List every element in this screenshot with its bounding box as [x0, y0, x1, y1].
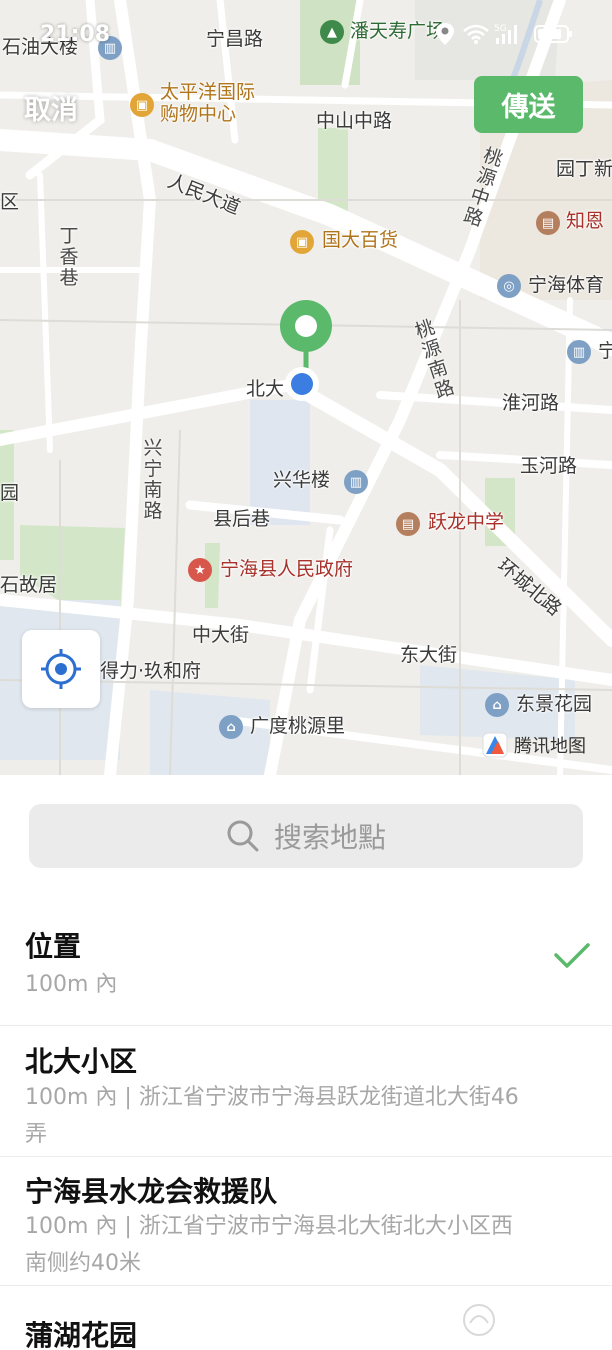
cancel-button[interactable]: 取消: [24, 88, 78, 127]
location-status-icon: [436, 23, 454, 45]
location-pin-icon[interactable]: [278, 298, 334, 408]
check-icon: [554, 943, 590, 968]
map-label-ninghai-ty: 宁海体育: [528, 274, 605, 296]
list-item[interactable]: 北大小区 100m 內 | 浙江省宁波市宁海县跃龙街道北大街46弄: [0, 1026, 612, 1156]
building-icon: ▥: [567, 340, 591, 364]
map-label-huaihe: 淮河路: [502, 392, 560, 414]
map-brand: 腾讯地图: [482, 732, 586, 758]
map-label-xingning: 兴宁南路: [143, 437, 163, 522]
map-label-taipingyang-2: 购物中心: [160, 103, 237, 125]
my-location-button[interactable]: [22, 630, 100, 708]
list-item[interactable]: 宁海县水龙会救援队 100m 內 | 浙江省宁波市宁海县北大街北大小区西南侧约4…: [0, 1157, 612, 1285]
wifi-icon: [463, 24, 489, 44]
result-title: 宁海县水龙会救援队: [25, 1175, 278, 1208]
map-label-left-qu: 区: [0, 191, 20, 213]
result-title: 位置: [25, 930, 82, 963]
map-label-dongjing: 东景花园: [516, 693, 593, 715]
search-input[interactable]: 搜索地點: [29, 804, 583, 868]
map-view[interactable]: 石油大楼 ▥ 宁昌路 ▲ 潘天寿广场 ▣ 太平洋国际 购物中心 中山中路 园丁新…: [0, 0, 612, 775]
map-brand-label: 腾讯地图: [514, 736, 586, 757]
shopping-icon: ▣: [130, 93, 154, 117]
map-label-zhien: 知恩: [566, 210, 605, 232]
map-label-dingxiang: 丁香巷: [59, 225, 79, 289]
map-label-xianhou: 县后巷: [213, 508, 271, 530]
list-item[interactable]: 蒲湖花园: [0, 1286, 612, 1350]
status-bar: 21:08 5G: [0, 0, 612, 70]
map-label-guju: 石故居: [0, 574, 58, 596]
send-button[interactable]: 傳送: [474, 76, 583, 133]
result-subtitle: 100m 內 | 浙江省宁波市宁海县跃龙街道北大街46弄: [25, 1085, 519, 1147]
result-subtitle: 100m 內: [25, 972, 118, 997]
map-label-zhongda: 中大街: [192, 624, 250, 646]
stadium-icon: ◎: [497, 274, 521, 298]
map-label-yuanding: 园丁新: [556, 158, 612, 180]
map-label-left-edge: 园: [0, 482, 20, 504]
map-label-xinghua: 兴华楼: [273, 469, 331, 491]
list-item[interactable]: 位置 100m 內: [0, 900, 612, 1026]
map-label-right-ning: 宁: [598, 340, 612, 362]
map-label-dongda: 东大街: [400, 644, 458, 666]
map-label-yuhe: 玉河路: [520, 455, 578, 477]
crosshair-icon: [41, 649, 81, 689]
map-label-guangdu: 广度桃源里: [250, 715, 346, 737]
signal-icon: 5G: [494, 24, 517, 44]
svg-text:5G: 5G: [494, 24, 507, 34]
school-icon: ▤: [396, 512, 420, 536]
residential-icon: ⌂: [485, 693, 509, 717]
search-icon: [227, 820, 259, 852]
school-icon: ▤: [536, 211, 560, 235]
map-label-zhengfu: 宁海县人民政府: [220, 558, 354, 580]
map-label-zhongshan: 中山中路: [316, 110, 393, 132]
result-title: 北大小区: [25, 1045, 138, 1078]
map-label-taipingyang: 太平洋国际: [160, 81, 256, 103]
status-time: 21:08: [40, 22, 111, 47]
government-icon: ★: [188, 558, 212, 582]
battery-icon: [534, 25, 572, 43]
shopping-icon: ▣: [290, 230, 314, 254]
place-list-sheet: 搜索地點 位置 100m 內 北大小区 100m 內 | 浙江省宁波市宁海县跃龙…: [0, 775, 612, 1350]
result-subtitle: 100m 內 | 浙江省宁波市宁海县北大街北大小区西南侧约40米: [25, 1214, 513, 1276]
result-title: 蒲湖花园: [25, 1319, 138, 1350]
watermark-logo-icon: [463, 1304, 495, 1336]
map-label-yuelong: 跃龙中学: [428, 511, 505, 533]
map-label-guoda: 国大百货: [322, 229, 399, 251]
search-placeholder: 搜索地點: [273, 821, 386, 854]
building-icon: ▥: [344, 470, 368, 494]
map-label-deli: 得力·玖和府: [100, 660, 202, 682]
tencent-map-logo-icon: [482, 732, 508, 758]
watermark: [462, 1303, 496, 1337]
residential-icon: ⌂: [219, 715, 243, 739]
